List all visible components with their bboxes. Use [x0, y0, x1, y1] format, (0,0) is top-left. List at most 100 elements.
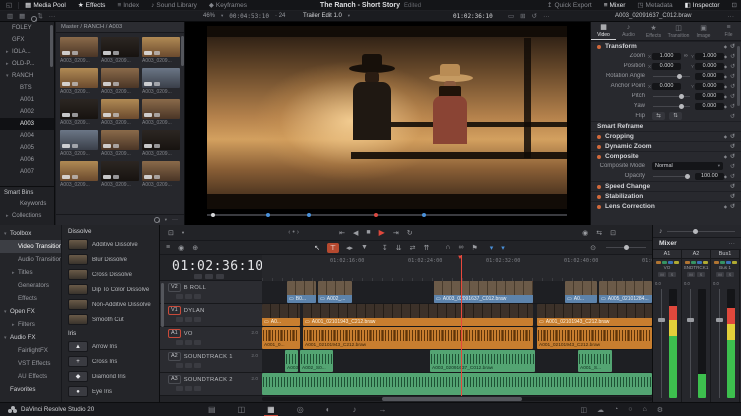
track-solo-button[interactable] — [194, 317, 201, 322]
composite-mode-select[interactable]: Normal ▾ — [652, 162, 723, 170]
timeline-zoom-slider[interactable] — [606, 245, 646, 250]
fx-nav-audio-transitions[interactable]: Audio Transitions — [0, 253, 61, 266]
flag-icon[interactable]: ⚑ — [471, 244, 477, 252]
stabilization-section-header[interactable]: Stabilization ↺ — [591, 191, 741, 201]
video-clip[interactable]: ▭ A002_... — [318, 281, 352, 303]
reset-icon[interactable]: ↺ — [730, 53, 735, 60]
video-clip[interactable]: ▭ A0... — [262, 304, 300, 326]
transition-item[interactable]: + Cross Iris — [62, 354, 159, 369]
sort-icon[interactable]: ⇅ — [37, 12, 42, 20]
video-clip[interactable]: ▭ A0... — [565, 281, 597, 303]
place-on-top-icon[interactable]: ⇈ — [424, 244, 430, 252]
strip-channel-label[interactable]: Bus1 — [711, 250, 739, 259]
fx-nav-effects[interactable]: Effects — [0, 292, 61, 305]
speed-change-section-header[interactable]: Speed Change ↺ — [591, 181, 741, 191]
bin-old-p[interactable]: ▸ OLD-P... — [0, 58, 54, 70]
flip-vertical-button[interactable]: ⇅ — [669, 112, 682, 120]
bin-a007[interactable]: A007 — [0, 166, 54, 178]
loop-icon[interactable]: ↻ — [407, 229, 413, 237]
audio-clip[interactable]: A003_02091637_C012.braw — [430, 350, 535, 372]
keyframe-icon[interactable]: ◆ — [724, 154, 727, 159]
audio-clip[interactable]: A003_0... — [285, 350, 298, 372]
opacity-field[interactable]: 100.00 — [694, 172, 724, 180]
strip-channel-label[interactable]: A1 — [653, 250, 681, 259]
fx-nav-filters[interactable]: ▸ Filters — [0, 318, 61, 331]
input-chip[interactable] — [655, 260, 661, 264]
transition-item[interactable]: Blur Dissolve — [62, 252, 159, 267]
reset-icon[interactable]: ↺ — [730, 133, 735, 140]
media-clip[interactable]: A003_0209... — [142, 68, 180, 95]
media-pool-button[interactable]: ▦ Media Pool — [19, 1, 72, 10]
reset-icon[interactable]: ↺ — [730, 203, 735, 210]
eq-chip[interactable] — [661, 260, 667, 264]
mini-button[interactable] — [194, 274, 202, 279]
fx-nav-generators[interactable]: Generators — [0, 279, 61, 292]
track-enable-button[interactable] — [185, 317, 192, 322]
track-id-badge[interactable]: V1 — [168, 306, 181, 315]
inspector-scrollbar[interactable] — [737, 46, 740, 106]
reset-icon[interactable]: ↺ — [730, 63, 735, 70]
page-fusion-icon[interactable]: ◎ — [297, 405, 304, 414]
bin-a003[interactable]: A003 — [0, 118, 54, 130]
audio-monitor-icon[interactable]: ♪ — [659, 228, 663, 235]
selection-tool-icon[interactable]: ↖ — [314, 244, 320, 252]
media-clip[interactable]: A003_0209... — [60, 161, 98, 188]
pool-more-icon[interactable]: ··· — [172, 217, 178, 223]
reset-icon[interactable]: ↺ — [730, 83, 735, 90]
page-fairlight-icon[interactable]: ♪ — [353, 405, 357, 414]
sound-library-button[interactable]: ♪ Sound Library — [145, 2, 203, 9]
media-clip[interactable]: A003_0209... — [60, 130, 98, 157]
dynamics-chip[interactable] — [696, 260, 702, 264]
keyframe-icon[interactable]: ◆ — [724, 134, 727, 139]
bin-a006[interactable]: A006 — [0, 154, 54, 166]
zoom-x-field[interactable]: 1.000 — [652, 52, 681, 60]
keyframe-icon[interactable]: ◆ — [724, 94, 727, 99]
reset-icon[interactable]: ↺ — [730, 163, 735, 170]
mixer-options-icon[interactable]: ··· — [728, 240, 735, 247]
timeline-dropdown-icon[interactable]: ▾ — [348, 13, 350, 19]
timeline-zoom-icon[interactable]: ⊙ — [590, 244, 596, 252]
media-clip[interactable]: A003_0209... — [101, 130, 139, 157]
video-clip[interactable]: ▭ A005_02101284... — [599, 281, 652, 303]
search-icon[interactable] — [153, 217, 160, 223]
enable-toggle[interactable] — [597, 184, 601, 189]
audio-clip[interactable]: A001_S... — [578, 350, 612, 372]
reset-icon[interactable]: ↺ — [730, 173, 735, 180]
track-solo-button[interactable] — [194, 294, 201, 299]
track-id-badge[interactable]: V2 — [168, 283, 181, 292]
mini-button[interactable] — [205, 274, 213, 279]
bin-a002[interactable]: A002 — [0, 106, 54, 118]
tab-transition[interactable]: ◫ Transition — [666, 22, 691, 40]
sync-icon[interactable]: ⇆ — [596, 229, 602, 237]
bin-ranch[interactable]: ▾ RANCH — [0, 70, 54, 82]
bin-bts[interactable]: BTS — [0, 82, 54, 94]
bin-foley[interactable]: FOLEY — [0, 22, 54, 34]
enable-toggle[interactable] — [597, 204, 601, 209]
pan-chip[interactable] — [731, 260, 737, 264]
mute-button[interactable]: M — [716, 272, 724, 277]
track-lock-button[interactable] — [176, 340, 183, 345]
reset-icon[interactable]: ↺ — [730, 93, 735, 100]
pool-options-icon[interactable]: ··· — [49, 13, 56, 20]
timeline-marker[interactable] — [422, 213, 426, 217]
pitch-slider[interactable] — [653, 93, 690, 99]
mixer-button[interactable]: ≡ Mixer — [598, 2, 632, 9]
snapshot-icon[interactable]: ◉ — [178, 244, 184, 252]
smart-bin-collections[interactable]: ▸ Collections — [0, 210, 54, 222]
audio-clip[interactable]: A001_02101943_C212.braw — [537, 327, 652, 349]
rotation-field[interactable]: 0.000 — [694, 72, 724, 80]
index-button[interactable]: ≡ Index — [111, 2, 145, 9]
insert-clip-icon[interactable]: ↧ — [382, 244, 388, 252]
transition-item[interactable]: ● Eye Iris — [62, 384, 159, 399]
enable-toggle[interactable] — [597, 154, 601, 159]
keyframe-icon[interactable]: ◆ — [724, 174, 727, 179]
reset-icon[interactable]: ↺ — [730, 73, 735, 80]
tab-effects[interactable]: ★ Effects — [641, 22, 666, 40]
dynamics-chip[interactable] — [725, 260, 731, 264]
media-clip[interactable]: A003_0209... — [60, 37, 98, 64]
playhead-marker[interactable] — [211, 213, 215, 217]
track-id-badge[interactable]: A3 — [168, 375, 181, 384]
viewer-panel-icon[interactable]: ▭ — [508, 12, 514, 20]
smart-bins-header[interactable]: Smart Bins — [0, 186, 54, 198]
go-to-start-icon[interactable]: ⇤ — [339, 229, 345, 237]
